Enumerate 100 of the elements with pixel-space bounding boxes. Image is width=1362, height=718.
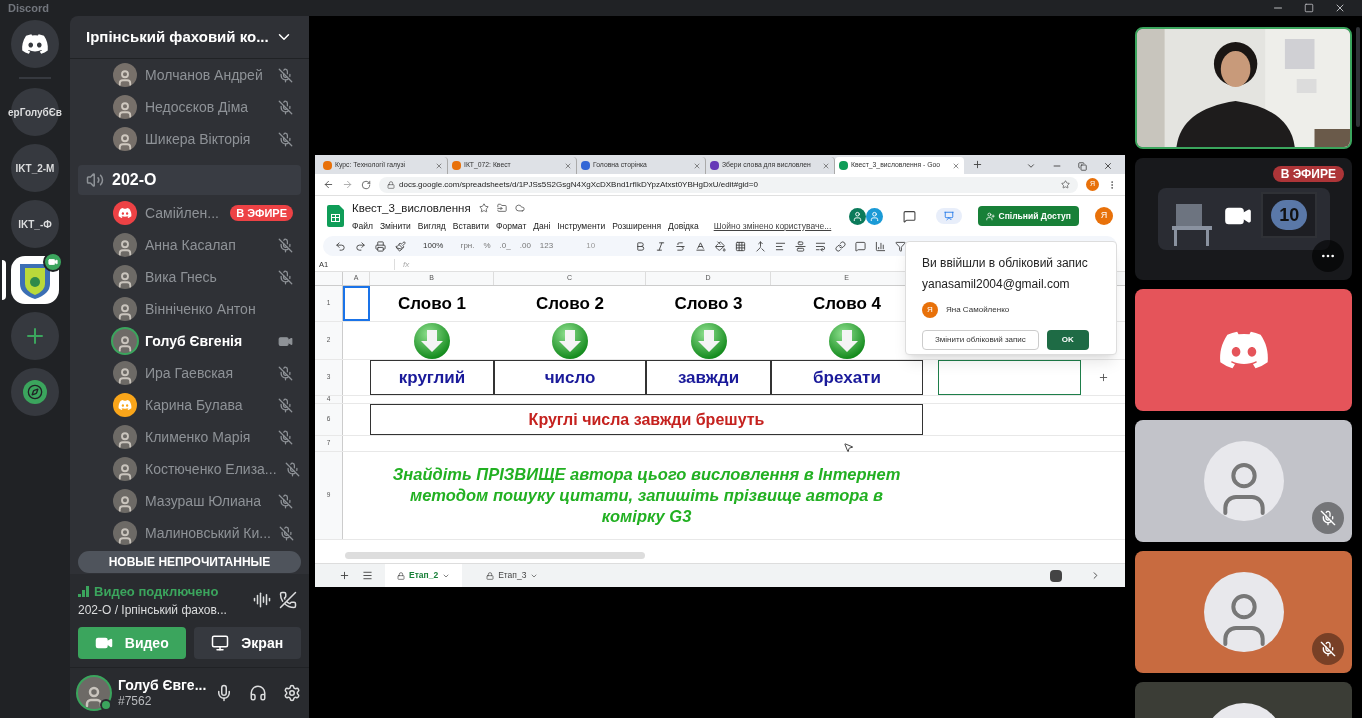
- currency-format[interactable]: грн.: [460, 240, 475, 252]
- comment-icon[interactable]: [902, 209, 916, 223]
- participant-tile[interactable]: [1135, 289, 1352, 411]
- settings-icon[interactable]: [283, 684, 301, 702]
- percent-format[interactable]: %: [483, 240, 491, 252]
- menu-item[interactable]: Змінити: [379, 219, 411, 233]
- voice-member[interactable]: Ира Гаевская: [70, 357, 309, 389]
- table-cell-text: Слово 4: [813, 292, 881, 315]
- voice-member[interactable]: Вика Гнесь: [70, 261, 309, 293]
- user-avatar[interactable]: [78, 677, 110, 709]
- voice-member[interactable]: Молчанов Андрей: [70, 59, 309, 91]
- move-folder-icon[interactable]: [496, 203, 507, 214]
- home-button[interactable]: [11, 20, 59, 68]
- menu-item[interactable]: Розширення: [612, 219, 662, 233]
- voice-member[interactable]: Костюченко Елиза...: [70, 453, 309, 485]
- align-icon[interactable]: [775, 240, 787, 252]
- voice-member[interactable]: Анна Касалап: [70, 229, 309, 261]
- decrease-decimals[interactable]: .0_: [499, 240, 511, 252]
- add-sheet-icon[interactable]: [339, 570, 350, 581]
- selected-cell[interactable]: [343, 286, 370, 321]
- italic-icon[interactable]: [655, 240, 667, 252]
- explore-button[interactable]: [11, 368, 59, 416]
- voice-member[interactable]: Вінніченко Антон: [70, 293, 309, 325]
- undo-icon[interactable]: [335, 240, 346, 252]
- sheet-list-icon[interactable]: [362, 570, 373, 581]
- collaborator-avatar[interactable]: [848, 207, 866, 225]
- sheet-tab[interactable]: Етап_3: [474, 564, 551, 587]
- star-icon[interactable]: [478, 203, 489, 214]
- back-icon[interactable]: [323, 179, 334, 190]
- voice-member[interactable]: Голуб Євгенія: [70, 325, 309, 357]
- borders-icon[interactable]: [735, 240, 747, 252]
- voice-member[interactable]: Самійлен... В ЭФИРЕ: [70, 197, 309, 229]
- filter-icon[interactable]: [895, 240, 907, 252]
- redo-icon[interactable]: [355, 240, 366, 252]
- menu-item[interactable]: Файл: [352, 219, 373, 233]
- menu-item[interactable]: Вигляд: [417, 219, 446, 233]
- zoom-select[interactable]: 100%: [423, 240, 444, 252]
- server-button[interactable]: IKT_2-M: [11, 144, 59, 192]
- voice-member[interactable]: Недосєков Діма: [70, 91, 309, 123]
- increase-decimals[interactable]: .00: [519, 240, 531, 252]
- cloud-icon[interactable]: [514, 203, 525, 214]
- present-button[interactable]: [935, 208, 962, 224]
- disconnect-icon[interactable]: [279, 591, 297, 610]
- new-tab-icon[interactable]: [972, 159, 983, 170]
- last-edit-link[interactable]: Шойно змінено користуваче...: [713, 219, 832, 233]
- menu-item[interactable]: Вставити: [452, 219, 490, 233]
- voice-member[interactable]: Мазураш Юлиана: [70, 485, 309, 517]
- microphone-icon[interactable]: [215, 684, 233, 702]
- sheet-tab[interactable]: Етап_2: [385, 564, 463, 587]
- server-button[interactable]: [11, 256, 59, 304]
- share-button[interactable]: Спільний Доступ: [977, 206, 1079, 226]
- voice-member[interactable]: Малиновський Ки...: [70, 517, 309, 549]
- voice-member[interactable]: Карина Булава: [70, 389, 309, 421]
- menu-item[interactable]: Довідка: [668, 219, 699, 233]
- vertical-align-icon[interactable]: [795, 240, 807, 252]
- chart-icon[interactable]: [875, 240, 887, 252]
- stream-tile[interactable]: В ЭФИРЕ 10: [1135, 158, 1352, 280]
- maximize-icon[interactable]: [1304, 3, 1314, 13]
- document-title[interactable]: Квест_3_висловлення: [352, 199, 471, 217]
- strikethrough-icon[interactable]: [675, 240, 687, 252]
- server-button[interactable]: IKT_-Ф: [11, 200, 59, 248]
- close-icon[interactable]: [1334, 2, 1346, 14]
- menu-item[interactable]: Формат: [496, 219, 527, 233]
- participant-tile[interactable]: [1135, 420, 1352, 542]
- reload-icon[interactable]: [361, 179, 371, 190]
- unread-banner[interactable]: НОВЫЕ НЕПРОЧИТАННЫЕ: [78, 551, 301, 573]
- address-bar[interactable]: docs.google.com/spreadsheets/d/1PJSs5S2GsgN4XgXcDXBnd1rfIkDYpzAtxst0YBHgDxU/edit#gid=0: [379, 176, 1078, 193]
- switch-account-button[interactable]: Змінити обліковий запис: [922, 330, 1039, 350]
- add-icon[interactable]: [1097, 372, 1109, 383]
- headphones-icon[interactable]: [249, 684, 267, 702]
- comment-icon[interactable]: [855, 240, 867, 252]
- bold-icon[interactable]: [635, 240, 647, 252]
- add-server-button[interactable]: [11, 312, 59, 360]
- fill-color-icon[interactable]: [715, 240, 727, 252]
- menu-item[interactable]: Дані: [533, 219, 551, 233]
- number-format[interactable]: 123: [539, 240, 554, 252]
- print-icon[interactable]: [375, 240, 386, 252]
- voice-member[interactable]: Шикера Вікторія: [70, 123, 309, 155]
- voice-channel[interactable]: 202-O: [78, 165, 301, 195]
- merge-icon[interactable]: [755, 240, 767, 252]
- text-color-icon[interactable]: [695, 240, 707, 252]
- restore-icon[interactable]: [1078, 161, 1087, 171]
- scrollbar[interactable]: [345, 552, 645, 559]
- star-icon[interactable]: [1061, 180, 1070, 189]
- participant-tile[interactable]: [1135, 551, 1352, 673]
- ok-button[interactable]: OK: [1046, 330, 1089, 350]
- sound-wave-icon[interactable]: [253, 591, 271, 610]
- menu-item[interactable]: Інструменти: [557, 219, 606, 233]
- collaborator-avatar[interactable]: [865, 207, 883, 225]
- voice-member[interactable]: Клименко Марія: [70, 421, 309, 453]
- screen-share-button[interactable]: Экран: [193, 627, 301, 659]
- chevron-down-icon[interactable]: [1026, 161, 1036, 171]
- link-icon[interactable]: [835, 240, 847, 252]
- answer-cell[interactable]: [938, 360, 1081, 395]
- member-name: Клименко Марія: [145, 427, 252, 447]
- wrap-icon[interactable]: [815, 240, 827, 252]
- paint-format-icon[interactable]: [395, 240, 406, 252]
- table-cell: завжди: [646, 360, 771, 395]
- close-icon[interactable]: [1103, 161, 1113, 171]
- scrollbar[interactable]: [1356, 27, 1360, 127]
